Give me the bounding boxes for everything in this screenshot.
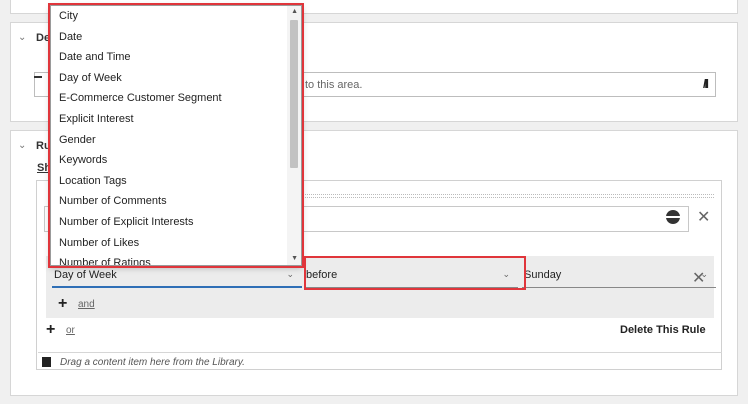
chevron-down-icon: ⌄ bbox=[286, 269, 294, 279]
scroll-down-icon[interactable]: ▼ bbox=[291, 255, 298, 262]
dropdown-option[interactable]: Gender bbox=[51, 130, 287, 151]
condition-field-value: Day of Week bbox=[54, 269, 117, 281]
dropdown-option[interactable]: Location Tags bbox=[51, 171, 287, 192]
remove-condition-icon[interactable]: ✕ bbox=[692, 271, 705, 287]
delete-rule-button[interactable]: Delete This Rule bbox=[620, 324, 706, 336]
options-icon[interactable]: /ll bbox=[703, 77, 709, 91]
globe-icon[interactable] bbox=[666, 210, 680, 224]
scroll-up-icon[interactable]: ▲ bbox=[291, 8, 298, 15]
scrollbar-thumb[interactable] bbox=[290, 20, 298, 168]
definition-title: De bbox=[36, 32, 51, 44]
dropdown-option[interactable]: City bbox=[51, 6, 287, 27]
remove-icon[interactable] bbox=[34, 76, 42, 78]
dropdown-option[interactable]: Keywords bbox=[51, 150, 287, 171]
dropdown-option[interactable]: Day of Week bbox=[51, 68, 287, 89]
dropdown-option[interactable]: Date and Time bbox=[51, 47, 287, 68]
dropdown-option[interactable]: Date bbox=[51, 27, 287, 48]
condition-value-value: Sunday bbox=[524, 269, 562, 281]
collapse-definition-icon[interactable]: ⌄ bbox=[18, 32, 26, 43]
add-and-icon[interactable]: + bbox=[58, 296, 67, 312]
dropdown-option[interactable]: Number of Comments bbox=[51, 191, 287, 212]
content-item-icon bbox=[42, 357, 51, 367]
chevron-down-icon: ⌄ bbox=[502, 269, 510, 279]
and-link[interactable]: and bbox=[78, 299, 95, 310]
collapse-rules-icon[interactable]: ⌄ bbox=[18, 140, 26, 151]
condition-operator-select[interactable]: before ⌄ bbox=[304, 256, 518, 288]
condition-operator-value: before bbox=[306, 269, 338, 281]
library-drop-zone[interactable]: Drag a content item here from the Librar… bbox=[38, 352, 722, 370]
dropdown-option[interactable]: Number of Likes bbox=[51, 233, 287, 254]
dropdown-option[interactable]: Explicit Interest bbox=[51, 109, 287, 130]
library-drop-text: Drag a content item here from the Librar… bbox=[60, 357, 245, 368]
dropdown-option[interactable]: Number of Explicit Interests bbox=[51, 212, 287, 233]
rules-title: Ru bbox=[36, 140, 51, 152]
show-link[interactable]: Sh bbox=[37, 162, 51, 174]
dropdown-option[interactable]: E-Commerce Customer Segment bbox=[51, 88, 287, 109]
or-link[interactable]: or bbox=[66, 325, 75, 336]
condition-value-select[interactable]: Sunday ⌄ bbox=[522, 256, 716, 288]
dropdown-option[interactable]: Number of Ratings bbox=[51, 253, 287, 265]
close-icon[interactable]: ✕ bbox=[697, 210, 710, 226]
drop-area-text: to this area. bbox=[305, 79, 363, 91]
field-dropdown-list: City Date Date and Time Day of Week E-Commer… bbox=[50, 5, 302, 266]
scrollbar[interactable]: ▲ ▼ bbox=[287, 6, 301, 265]
add-or-icon[interactable]: + bbox=[46, 322, 55, 338]
drag-handle[interactable] bbox=[300, 194, 714, 198]
